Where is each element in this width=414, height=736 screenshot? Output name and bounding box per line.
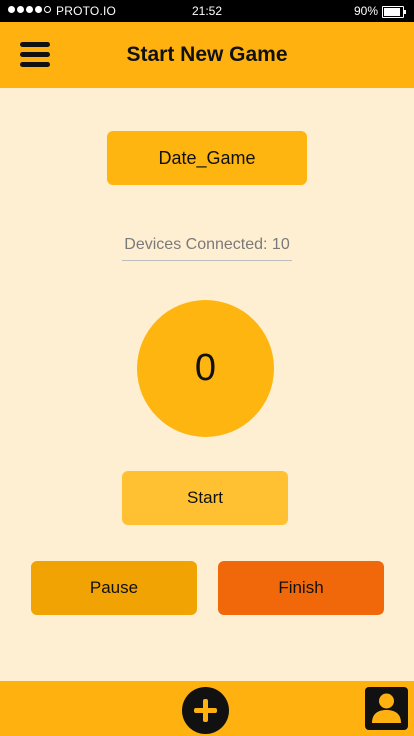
page-title: Start New Game [126,43,288,66]
finish-button[interactable]: Finish [218,561,384,615]
app-header: Start New Game [0,22,414,88]
battery-percentage: 90% [353,4,378,18]
counter-display: 0 [137,300,274,437]
game-name-button[interactable]: Date_Game [107,131,307,185]
battery-fill [384,8,401,16]
battery-icon [382,6,406,18]
start-button[interactable]: Start [122,471,288,525]
user-profile-icon[interactable] [365,687,408,730]
bottom-toolbar [0,681,414,736]
pause-button[interactable]: Pause [31,561,197,615]
status-bar: PROTO.IO 21:52 90% [0,0,414,22]
plus-circle-icon[interactable] [182,687,229,734]
status-time: 21:52 [191,4,223,18]
devices-connected-field: Devices Connected: 10 [122,234,292,261]
